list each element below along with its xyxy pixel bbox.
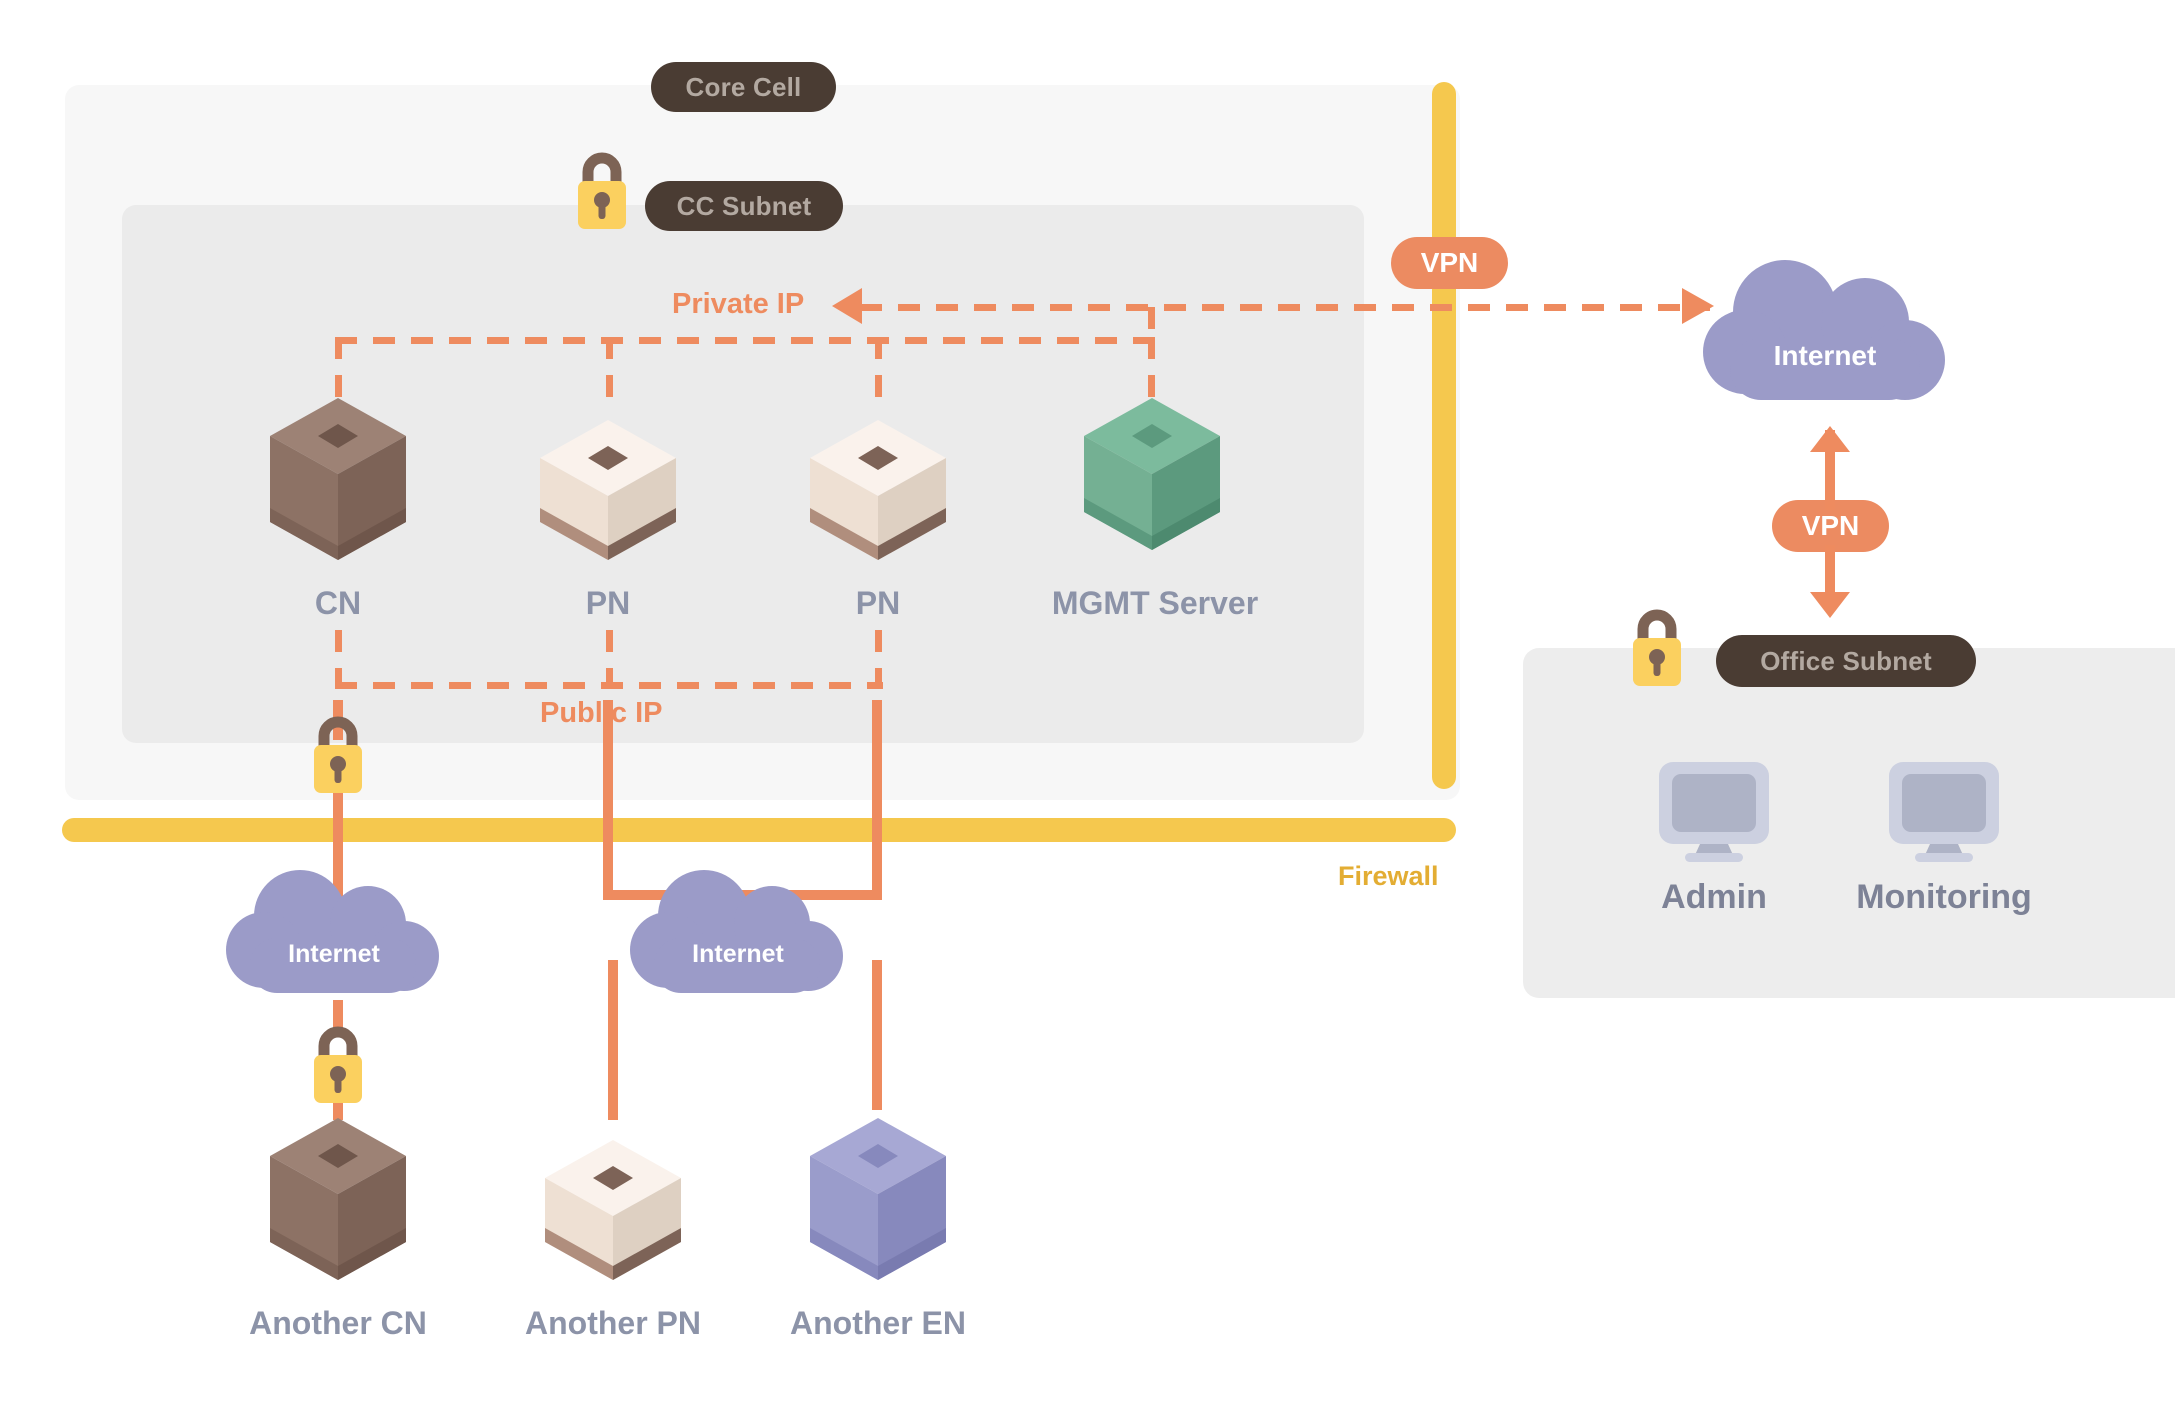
cc-subnet-badge-label: CC Subnet	[676, 190, 812, 221]
lock-icon	[1633, 609, 1681, 686]
lock-icon	[578, 152, 626, 229]
node-cube-another-cn	[270, 1118, 406, 1280]
node-cube-pn-1	[540, 420, 676, 560]
network-diagram-canvas: Firewall Private IP Public IP Core Cell …	[0, 0, 2175, 1410]
node-label-another-cn: Another CN	[249, 1305, 427, 1341]
vpn-badge-firewall-label: VPN	[1420, 247, 1479, 278]
firewall-bar-vertical	[1432, 82, 1456, 789]
core-cell-badge-label: Core Cell	[685, 71, 802, 102]
private-ip-drop-pn2	[875, 337, 882, 399]
cloud-internet-bottom-center-label: Internet	[692, 940, 784, 968]
public-ip-drop-pn1	[606, 630, 613, 688]
node-cube-mgmt-server	[1084, 398, 1220, 550]
office-subnet-badge: Office Subnet	[1716, 635, 1976, 687]
link-pn2-down	[872, 700, 882, 900]
core-cell-badge: Core Cell	[651, 62, 836, 112]
node-label-cn: CN	[314, 585, 362, 621]
monitor-icon	[1659, 762, 1769, 862]
office-subnet-badge-label: Office Subnet	[1760, 645, 1932, 676]
lock-icon	[314, 1026, 362, 1103]
cloud-internet-bottom-left	[226, 870, 439, 993]
lock-icon	[314, 716, 362, 793]
arrowhead-up-icon	[1810, 426, 1850, 452]
node-cube-another-pn	[545, 1140, 681, 1280]
monitor-icon	[1889, 762, 1999, 862]
link-cloud2-right-leg	[872, 960, 882, 1110]
private-ip-label: Private IP	[672, 288, 805, 320]
node-cube-another-en	[810, 1118, 946, 1280]
link-cloud2-left-rail	[608, 960, 618, 970]
private-ip-arrow-line	[860, 304, 1710, 311]
office-device-label-admin: Admin	[1661, 878, 1767, 916]
cloud-internet-right	[1703, 260, 1945, 400]
private-ip-drop-pn1	[606, 337, 613, 399]
vpn-badge-office-label: VPN	[1801, 510, 1860, 541]
public-ip-drop-pn2	[875, 630, 882, 688]
node-cube-cn	[270, 398, 406, 560]
node-label-another-en: Another EN	[790, 1305, 966, 1341]
node-label-pn-1: PN	[585, 585, 631, 621]
public-ip-label: Public IP	[540, 697, 663, 729]
node-cube-pn-2	[810, 420, 946, 560]
link-cloud2-left-leg	[608, 960, 618, 1120]
private-ip-drop-cn	[335, 337, 342, 399]
arrowhead-down-icon	[1810, 592, 1850, 618]
private-ip-arrowhead-left	[832, 288, 862, 324]
private-ip-drop-mgmt	[1148, 337, 1155, 399]
cloud-internet-bottom-left-label: Internet	[288, 940, 380, 968]
office-subnet-zone	[1523, 648, 2175, 998]
cc-subnet-badge: CC Subnet	[645, 181, 843, 231]
cloud-internet-right-label: Internet	[1773, 340, 1877, 371]
private-ip-bus-top	[335, 337, 1155, 344]
node-label-another-pn: Another PN	[525, 1305, 701, 1341]
vpn-badge-firewall: VPN	[1391, 237, 1508, 289]
node-label-pn-2: PN	[855, 585, 901, 621]
public-ip-drop-cn	[335, 630, 342, 688]
firewall-label: Firewall	[1338, 861, 1439, 891]
cloud-internet-bottom-center	[630, 870, 843, 993]
node-label-mgmt-server: MGMT Server	[1051, 585, 1259, 621]
link-pn1-down	[603, 700, 613, 900]
firewall-bar-horizontal	[62, 818, 1456, 842]
private-ip-riser	[1148, 307, 1155, 343]
office-device-label-monitoring: Monitoring	[1856, 878, 2032, 916]
